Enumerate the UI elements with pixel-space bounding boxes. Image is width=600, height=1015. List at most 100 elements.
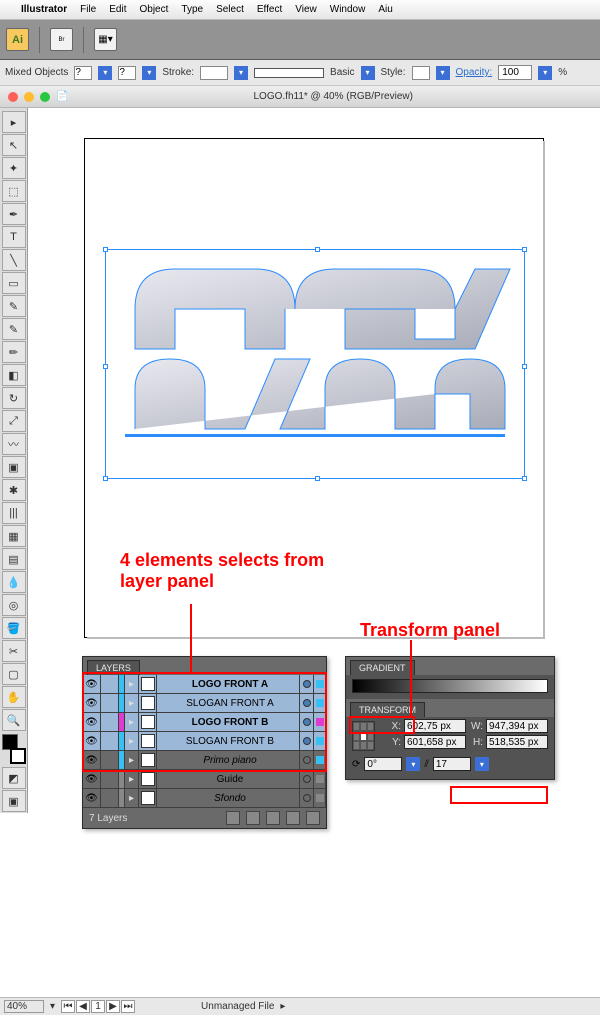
blob-brush-tool[interactable]: ✏ bbox=[2, 341, 26, 363]
menu-file[interactable]: File bbox=[80, 4, 96, 15]
gradient-bar[interactable] bbox=[352, 679, 548, 693]
arrange-documents-button[interactable]: ▦▾ bbox=[94, 28, 117, 51]
resize-handle[interactable] bbox=[103, 364, 108, 369]
tab-gradient[interactable]: GRADIENT bbox=[350, 660, 415, 675]
hand-tool[interactable]: ✋ bbox=[2, 686, 26, 708]
line-tool[interactable]: ╲ bbox=[2, 249, 26, 271]
column-graph-tool[interactable]: ||| bbox=[2, 502, 26, 524]
close-window-button[interactable] bbox=[8, 92, 18, 102]
disclosure-triangle-icon[interactable]: ▸ bbox=[125, 770, 139, 788]
scale-tool[interactable]: ⤢ bbox=[2, 410, 26, 432]
target-icon[interactable] bbox=[300, 770, 314, 788]
stroke-swatch[interactable]: ? bbox=[118, 66, 136, 80]
y-field[interactable] bbox=[404, 735, 466, 749]
symbol-sprayer-tool[interactable]: ✱ bbox=[2, 479, 26, 501]
disclosure-triangle-icon[interactable]: ▸ bbox=[125, 789, 139, 807]
warp-tool[interactable]: 〰 bbox=[2, 433, 26, 455]
shear-field[interactable] bbox=[433, 757, 471, 771]
prev-artboard-button[interactable]: ◀ bbox=[76, 1000, 90, 1013]
gradient-tool[interactable]: ▤ bbox=[2, 548, 26, 570]
layer-name[interactable]: Guide bbox=[157, 770, 300, 788]
zoom-dropdown-icon[interactable]: ▾ bbox=[50, 1001, 55, 1012]
free-transform-tool[interactable]: ▣ bbox=[2, 456, 26, 478]
rotate-tool[interactable]: ↻ bbox=[2, 387, 26, 409]
ai-home-button[interactable]: Ai bbox=[6, 28, 29, 51]
slice-tool[interactable]: ✂ bbox=[2, 640, 26, 662]
mac-menubar[interactable]: Illustrator File Edit Object Type Select… bbox=[0, 0, 600, 20]
menu-help[interactable]: Aiu bbox=[378, 4, 392, 15]
brush-dropdown-icon[interactable]: ▾ bbox=[361, 66, 375, 80]
lock-toggle[interactable] bbox=[101, 770, 119, 788]
menu-window[interactable]: Window bbox=[330, 4, 366, 15]
menu-select[interactable]: Select bbox=[216, 4, 244, 15]
pen-tool[interactable]: ✒ bbox=[2, 203, 26, 225]
visibility-toggle[interactable]: 👁 bbox=[83, 789, 101, 807]
style-swatch[interactable] bbox=[412, 66, 430, 80]
resize-handle[interactable] bbox=[315, 247, 320, 252]
resize-handle[interactable] bbox=[522, 247, 527, 252]
lasso-tool[interactable]: ⬚ bbox=[2, 180, 26, 202]
opacity-field[interactable] bbox=[498, 65, 532, 80]
layer-name[interactable]: Sfondo bbox=[157, 789, 300, 807]
next-artboard-button[interactable]: ▶ bbox=[106, 1000, 120, 1013]
zoom-field[interactable]: 40% bbox=[4, 1000, 44, 1013]
direct-selection-tool[interactable]: ↖ bbox=[2, 134, 26, 156]
artboard-tool[interactable]: ▢ bbox=[2, 663, 26, 685]
resize-handle[interactable] bbox=[315, 476, 320, 481]
fill-swatch[interactable]: ? bbox=[74, 66, 92, 80]
fill-dropdown-icon[interactable]: ▾ bbox=[98, 66, 112, 80]
w-field[interactable] bbox=[486, 719, 548, 733]
stroke-weight-field[interactable] bbox=[200, 66, 228, 80]
status-dropdown-icon[interactable]: ▸ bbox=[280, 1001, 285, 1012]
first-artboard-button[interactable]: ⏮ bbox=[61, 1000, 75, 1013]
brush-preview[interactable] bbox=[254, 68, 324, 78]
live-paint-bucket-tool[interactable]: 🪣 bbox=[2, 617, 26, 639]
menu-edit[interactable]: Edit bbox=[109, 4, 126, 15]
magic-wand-tool[interactable]: ✦ bbox=[2, 157, 26, 179]
selection-bounding-box[interactable] bbox=[105, 249, 525, 479]
visibility-toggle[interactable]: 👁 bbox=[83, 770, 101, 788]
selection-tool[interactable]: ▸ bbox=[2, 111, 26, 133]
resize-handle[interactable] bbox=[522, 364, 527, 369]
locate-object-button[interactable] bbox=[226, 811, 240, 825]
menu-view[interactable]: View bbox=[295, 4, 317, 15]
resize-handle[interactable] bbox=[103, 476, 108, 481]
fill-stroke-control[interactable] bbox=[2, 734, 26, 764]
rectangle-tool[interactable]: ▭ bbox=[2, 272, 26, 294]
zoom-window-button[interactable] bbox=[40, 92, 50, 102]
app-menu[interactable]: Illustrator bbox=[21, 4, 67, 15]
layer-row[interactable]: 👁 ▸ Sfondo bbox=[83, 789, 326, 808]
mesh-tool[interactable]: ▦ bbox=[2, 525, 26, 547]
paintbrush-tool[interactable]: ✎ bbox=[2, 295, 26, 317]
eyedropper-tool[interactable]: 💧 bbox=[2, 571, 26, 593]
menu-object[interactable]: Object bbox=[139, 4, 168, 15]
resize-handle[interactable] bbox=[522, 476, 527, 481]
color-mode-button[interactable]: ◩ bbox=[2, 767, 26, 789]
layer-row[interactable]: 👁 ▸ Guide bbox=[83, 770, 326, 789]
minimize-window-button[interactable] bbox=[24, 92, 34, 102]
tab-transform[interactable]: TRANSFORM bbox=[350, 702, 425, 717]
opacity-label[interactable]: Opacity: bbox=[456, 67, 493, 78]
pencil-tool[interactable]: ✎ bbox=[2, 318, 26, 340]
style-dropdown-icon[interactable]: ▾ bbox=[436, 66, 450, 80]
menu-effect[interactable]: Effect bbox=[257, 4, 282, 15]
type-tool[interactable]: T bbox=[2, 226, 26, 248]
stroke-dropdown-icon[interactable]: ▾ bbox=[142, 66, 156, 80]
bridge-button[interactable]: Br bbox=[50, 28, 73, 51]
blend-tool[interactable]: ◎ bbox=[2, 594, 26, 616]
menu-type[interactable]: Type bbox=[181, 4, 203, 15]
opacity-dropdown-icon[interactable]: ▾ bbox=[538, 66, 552, 80]
resize-handle[interactable] bbox=[103, 247, 108, 252]
zoom-tool[interactable]: 🔍 bbox=[2, 709, 26, 731]
rotate-field[interactable] bbox=[364, 757, 402, 771]
new-layer-button[interactable] bbox=[286, 811, 300, 825]
artboard-number[interactable]: 1 bbox=[91, 1000, 105, 1013]
shear-dropdown-icon[interactable]: ▾ bbox=[475, 757, 489, 771]
eraser-tool[interactable]: ◧ bbox=[2, 364, 26, 386]
h-field[interactable] bbox=[486, 735, 548, 749]
rotate-dropdown-icon[interactable]: ▾ bbox=[406, 757, 420, 771]
lock-toggle[interactable] bbox=[101, 789, 119, 807]
target-icon[interactable] bbox=[300, 789, 314, 807]
stroke-weight-dropdown-icon[interactable]: ▾ bbox=[234, 66, 248, 80]
new-sublayer-button[interactable] bbox=[266, 811, 280, 825]
